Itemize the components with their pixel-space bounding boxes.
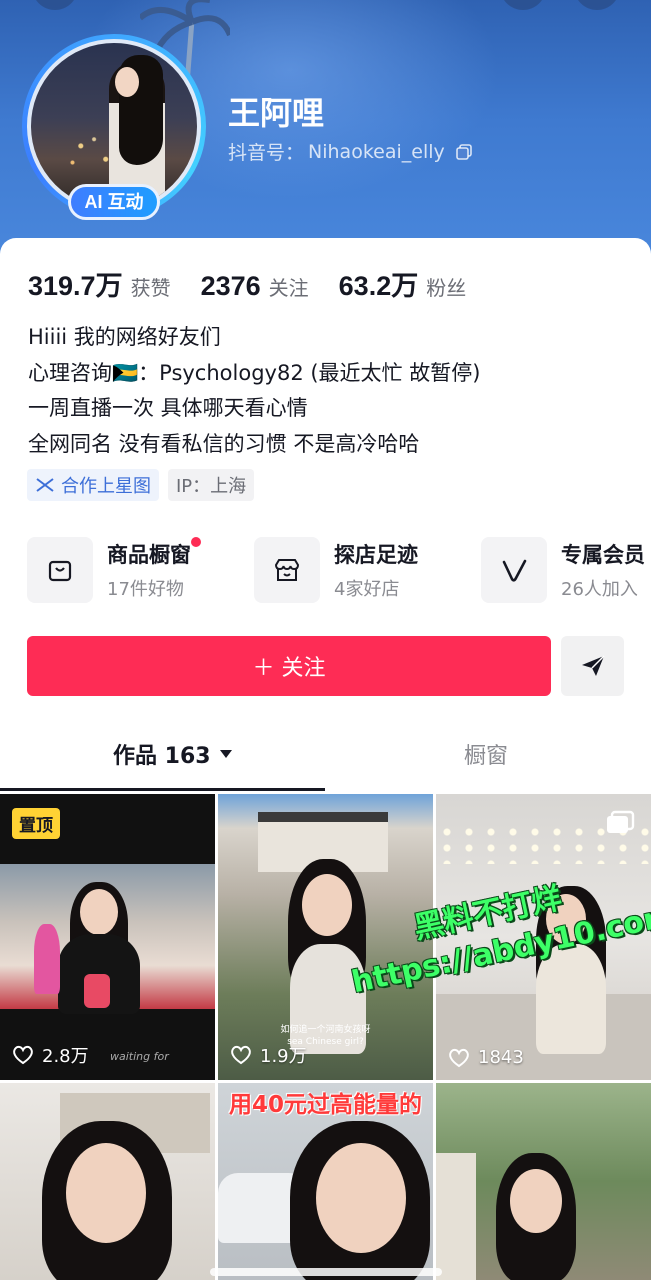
pinned-badge: 置顶 xyxy=(12,808,60,839)
stat-followers-label: 粉丝 xyxy=(426,276,467,300)
shortcut-store-visits-subtitle: 4家好店 xyxy=(334,579,400,600)
stat-likes[interactable]: 319.7万 获赞 xyxy=(28,264,171,303)
more-button[interactable] xyxy=(574,0,620,10)
star-map-icon xyxy=(36,478,54,492)
home-indicator[interactable] xyxy=(210,1268,442,1276)
share-button[interactable] xyxy=(561,636,624,696)
thumbnail-face xyxy=(66,1143,146,1243)
notification-dot xyxy=(191,537,201,547)
shortcut-membership[interactable]: 专属会员 26人加入 xyxy=(481,535,645,605)
heart-icon xyxy=(449,1048,469,1067)
video-likes-count: 1.9万 xyxy=(260,1046,307,1067)
video-tile[interactable]: 置顶 waiting for 2.8万 xyxy=(0,794,215,1080)
search-button[interactable] xyxy=(500,0,546,10)
shortcut-showcase[interactable]: 商品橱窗 17件好物 xyxy=(27,535,201,605)
video-tile[interactable]: 用40元过高能量的 xyxy=(218,1083,433,1280)
tab-showcase[interactable]: 橱窗 xyxy=(464,738,508,770)
dropdown-triangle-icon xyxy=(219,750,232,758)
douyin-id-row[interactable]: 抖音号： Nihaokeai_elly xyxy=(228,138,473,165)
active-tab-indicator xyxy=(0,788,325,791)
video-tile[interactable] xyxy=(436,1083,651,1280)
bio-line: 一周直播一次 具体哪天看心情 xyxy=(28,396,308,420)
video-caption: waiting for xyxy=(110,1050,169,1063)
stat-followers[interactable]: 63.2万 粉丝 xyxy=(339,264,467,303)
content-tabs: 作品 163 橱窗 xyxy=(0,738,651,794)
shortcut-membership-title: 专属会员 xyxy=(561,543,645,567)
follow-button[interactable]: ＋ 关注 xyxy=(27,636,551,696)
shortcut-store-visits-title: 探店足迹 xyxy=(334,543,418,567)
video-likes-count: 1843 xyxy=(478,1047,524,1068)
douyin-id-value: Nihaokeai_elly xyxy=(308,140,445,163)
send-icon xyxy=(581,655,605,676)
thumbnail-face xyxy=(80,889,118,935)
background-person xyxy=(34,924,60,994)
thumbnail-face xyxy=(510,1169,562,1233)
shortcut-showcase-subtitle: 17件好物 xyxy=(107,579,184,600)
ai-interact-badge[interactable]: AI 互动 xyxy=(68,184,160,220)
shortcut-row: 商品橱窗 17件好物 探店足迹 4家好店 专属会员 26人加入 xyxy=(27,535,651,605)
stats-row: 319.7万 获赞 2376 关注 63.2万 粉丝 xyxy=(28,264,466,303)
stat-following-label: 关注 xyxy=(268,276,309,300)
video-tile[interactable] xyxy=(0,1083,215,1280)
microphone-flag xyxy=(84,974,110,1008)
shortcut-showcase-title: 商品橱窗 xyxy=(107,543,191,567)
profile-card: 319.7万 获赞 2376 关注 63.2万 粉丝 Hiiii 我的网络好友们… xyxy=(0,238,651,1280)
copy-icon[interactable] xyxy=(455,143,473,161)
video-overlay-title: 用40元过高能量的 xyxy=(228,1092,422,1118)
stat-likes-value: 319.7万 xyxy=(28,271,123,301)
profile-header: AI 互动 王阿哩 抖音号： Nihaokeai_elly xyxy=(0,0,651,270)
shortcut-store-visits[interactable]: 探店足迹 4家好店 xyxy=(254,535,418,605)
shopping-bag-icon xyxy=(27,537,93,603)
bio-line: 全网同名 没有看私信的习惯 不是高冷哈哈 xyxy=(28,431,420,456)
star-map-tag[interactable]: 合作上星图 xyxy=(27,469,159,501)
tab-works[interactable]: 作品 163 xyxy=(113,738,233,770)
video-subtitle-line: 如何追一个河南女孩呀 xyxy=(280,1025,371,1035)
profile-tags: 合作上星图 IP：上海 xyxy=(27,469,255,501)
shortcut-membership-subtitle: 26人加入 xyxy=(561,579,638,600)
bio-line: Hiiii 我的网络好友们 xyxy=(28,325,221,349)
video-likes: 1843 xyxy=(448,1047,524,1068)
heart-icon xyxy=(13,1045,33,1065)
star-map-label: 合作上星图 xyxy=(61,476,151,497)
stat-followers-value: 63.2万 xyxy=(338,271,419,301)
back-button[interactable] xyxy=(32,0,78,10)
store-icon xyxy=(254,537,320,603)
thumbnail-face xyxy=(316,1143,406,1253)
video-likes: 1.9万 xyxy=(230,1042,307,1068)
ip-location-tag: IP：上海 xyxy=(168,469,255,501)
bio-line: 心理咨询🇧🇸：Psychology82 (最近太忙 故暂停) xyxy=(28,360,481,385)
stat-following[interactable]: 2376 关注 xyxy=(201,271,309,302)
heart-icon xyxy=(231,1045,251,1065)
video-likes-count: 2.8万 xyxy=(42,1046,89,1067)
bio[interactable]: Hiiii 我的网络好友们 心理咨询🇧🇸：Psychology82 (最近太忙 … xyxy=(28,320,628,462)
profile-name: 王阿哩 xyxy=(228,94,325,132)
thumbnail-building xyxy=(436,1153,476,1280)
stat-likes-label: 获赞 xyxy=(130,276,171,300)
avatar-face xyxy=(115,67,139,97)
photo-album-icon xyxy=(607,810,635,833)
douyin-id-label: 抖音号： xyxy=(228,142,305,164)
ip-location-label: IP：上海 xyxy=(176,476,247,497)
video-likes: 2.8万 xyxy=(12,1042,89,1068)
tab-works-label: 作品 163 xyxy=(113,744,211,769)
v-member-icon xyxy=(481,537,547,603)
stat-following-value: 2376 xyxy=(200,271,261,301)
